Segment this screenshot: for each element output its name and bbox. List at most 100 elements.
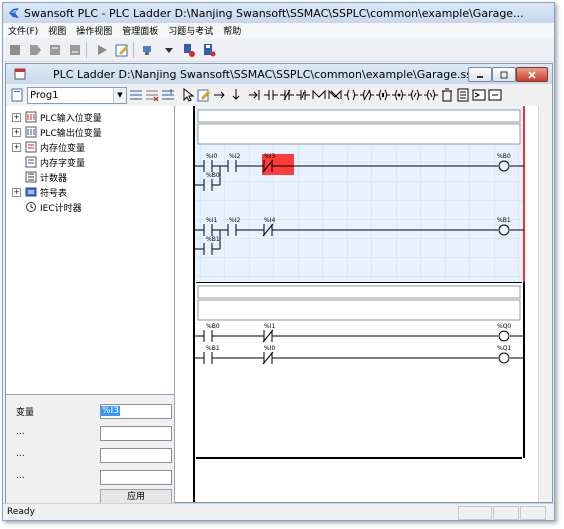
tree-item-symbol-table[interactable]: + 符号表: [12, 185, 67, 199]
menu-help[interactable]: 帮助: [218, 24, 246, 37]
n-coil-button[interactable]: [423, 87, 438, 103]
edit-icon: [197, 89, 210, 102]
tree-item-label: PLC输出位变量: [40, 128, 102, 139]
tree-item-memory-word[interactable]: 内存字变量: [12, 155, 85, 169]
ladder-scrollbar[interactable]: [538, 106, 552, 502]
property-input-2[interactable]: [100, 426, 172, 441]
property-input-3[interactable]: [100, 448, 172, 463]
insert-row-icon: [129, 90, 142, 100]
expand-icon[interactable]: +: [12, 142, 21, 152]
menu-view[interactable]: 视图: [43, 24, 71, 37]
status-text: Ready: [7, 507, 35, 517]
menu-file[interactable]: 文件(F): [3, 24, 43, 37]
tree-item-plc-input[interactable]: + PLC输入位变量: [12, 110, 102, 124]
coil-b1-label: %B1: [497, 217, 511, 224]
status-cell-2: [493, 506, 519, 520]
n-contact-button[interactable]: [311, 87, 326, 103]
menu-exercise-exam[interactable]: 习题与考试: [163, 24, 218, 37]
trash-icon: [441, 88, 452, 102]
block2-title-box[interactable]: [197, 285, 521, 299]
ladder-document-window: PLC Ladder D:\Nanjing Swansoft\SSMAC\SSP…: [5, 63, 553, 505]
compare-block-button[interactable]: [471, 87, 486, 103]
property-input-4[interactable]: [100, 470, 172, 485]
tree-item-label: IEC计时器: [40, 203, 82, 214]
menu-management-panel[interactable]: 管理面板: [117, 24, 163, 37]
pointer-icon: [183, 88, 194, 102]
minimize-button[interactable]: [468, 67, 492, 82]
tree-item-label: 符号表: [40, 188, 68, 199]
menu-bar: 文件(F) 视图 操作视图 管理面板 习题与考试 帮助: [3, 23, 554, 38]
p-contact-button[interactable]: [295, 87, 310, 103]
record-button[interactable]: [66, 42, 83, 59]
edit-button[interactable]: [113, 42, 130, 59]
ladder-editor[interactable]: %I0 %I2 %I3 %B0 %B0 %I1 %I2 %I4 %B1 %B1 …: [176, 106, 538, 502]
stop-button[interactable]: [6, 42, 23, 59]
run-button[interactable]: [93, 42, 110, 59]
app-window: Swansoft PLC - PLC Ladder D:\Nanjing Swa…: [2, 2, 555, 521]
monitor-button[interactable]: [140, 42, 157, 59]
wire-end-button[interactable]: [247, 87, 262, 103]
minimize-icon: [477, 75, 483, 78]
nc-contact-button[interactable]: [279, 87, 294, 103]
status-bar: Ready: [3, 503, 554, 520]
tree-item-label: PLC输入位变量: [40, 113, 102, 124]
download-button[interactable]: [180, 42, 197, 59]
chevron-down-icon: [164, 48, 173, 53]
falling-edge-contact-icon: [312, 89, 325, 99]
step-icon: [29, 45, 41, 55]
save-button[interactable]: [200, 42, 217, 59]
no-contact-button[interactable]: [263, 87, 278, 103]
coil-button[interactable]: [343, 87, 358, 103]
function-block-button[interactable]: [455, 87, 470, 103]
insert-column-button[interactable]: [160, 87, 175, 103]
edit-icon: [115, 44, 128, 57]
tree-item-plc-output[interactable]: + PLC输出位变量: [12, 125, 102, 139]
variable-label: 变量: [16, 408, 35, 418]
close-button[interactable]: [516, 67, 548, 82]
step-back-button[interactable]: [26, 42, 43, 59]
neg-coil-button[interactable]: [359, 87, 374, 103]
insert-row-button[interactable]: [128, 87, 143, 103]
operation-block-button[interactable]: [487, 87, 502, 103]
variable-input-value: %I3: [101, 406, 120, 416]
falling-coil-icon: [423, 89, 438, 101]
select-tool-button[interactable]: [180, 87, 195, 103]
block2-comment-box[interactable]: [197, 299, 521, 321]
program-select[interactable]: Prog1 ▼: [27, 86, 127, 104]
variable-input[interactable]: %I3: [100, 404, 172, 419]
vertical-line-button[interactable]: [228, 87, 243, 103]
restore-button[interactable]: [492, 67, 516, 82]
io-output-icon: [25, 126, 37, 138]
property-label-2: ...: [16, 427, 25, 437]
symbol-table-icon: [25, 187, 37, 197]
chevron-down-icon[interactable]: ▼: [113, 87, 126, 103]
wire-end-icon: [248, 90, 259, 100]
coil-q1-label: %Q1: [497, 345, 511, 352]
variable-panel: + PLC输入位变量 + PLC输出位变量 + 内存位变量 内存字变量 计数器 …: [6, 106, 175, 505]
menu-operation-view[interactable]: 操作视图: [71, 24, 117, 37]
document-title: PLC Ladder D:\Nanjing Swansoft\SSMAC\SSP…: [53, 67, 479, 81]
expand-icon[interactable]: +: [12, 112, 21, 122]
compare-block-icon: [472, 89, 485, 101]
reset-coil-button[interactable]: [391, 87, 406, 103]
timer-icon: [26, 202, 36, 212]
nm-contact-button[interactable]: [327, 87, 342, 103]
pause-button[interactable]: [46, 42, 63, 59]
delete-row-button[interactable]: [144, 87, 159, 103]
tree-item-memory-bit[interactable]: + 内存位变量: [12, 140, 85, 154]
set-coil-button[interactable]: [375, 87, 390, 103]
expand-icon[interactable]: +: [12, 127, 21, 137]
delete-element-button[interactable]: [439, 87, 454, 103]
edit-tool-button[interactable]: [196, 87, 211, 103]
p-coil-button[interactable]: [407, 87, 422, 103]
play-icon: [97, 45, 107, 55]
contact-b1-label: %B1: [206, 345, 220, 352]
block1-title-box[interactable]: [197, 109, 521, 123]
expand-icon[interactable]: +: [12, 187, 21, 197]
tree-item-iec-timer[interactable]: IEC计时器: [12, 200, 82, 214]
horizontal-line-button[interactable]: [212, 87, 227, 103]
program-icon: [11, 88, 23, 102]
block1-comment-box[interactable]: [197, 123, 521, 145]
monitor-dropdown[interactable]: [160, 42, 177, 59]
tree-item-counter[interactable]: 计数器: [12, 170, 67, 184]
